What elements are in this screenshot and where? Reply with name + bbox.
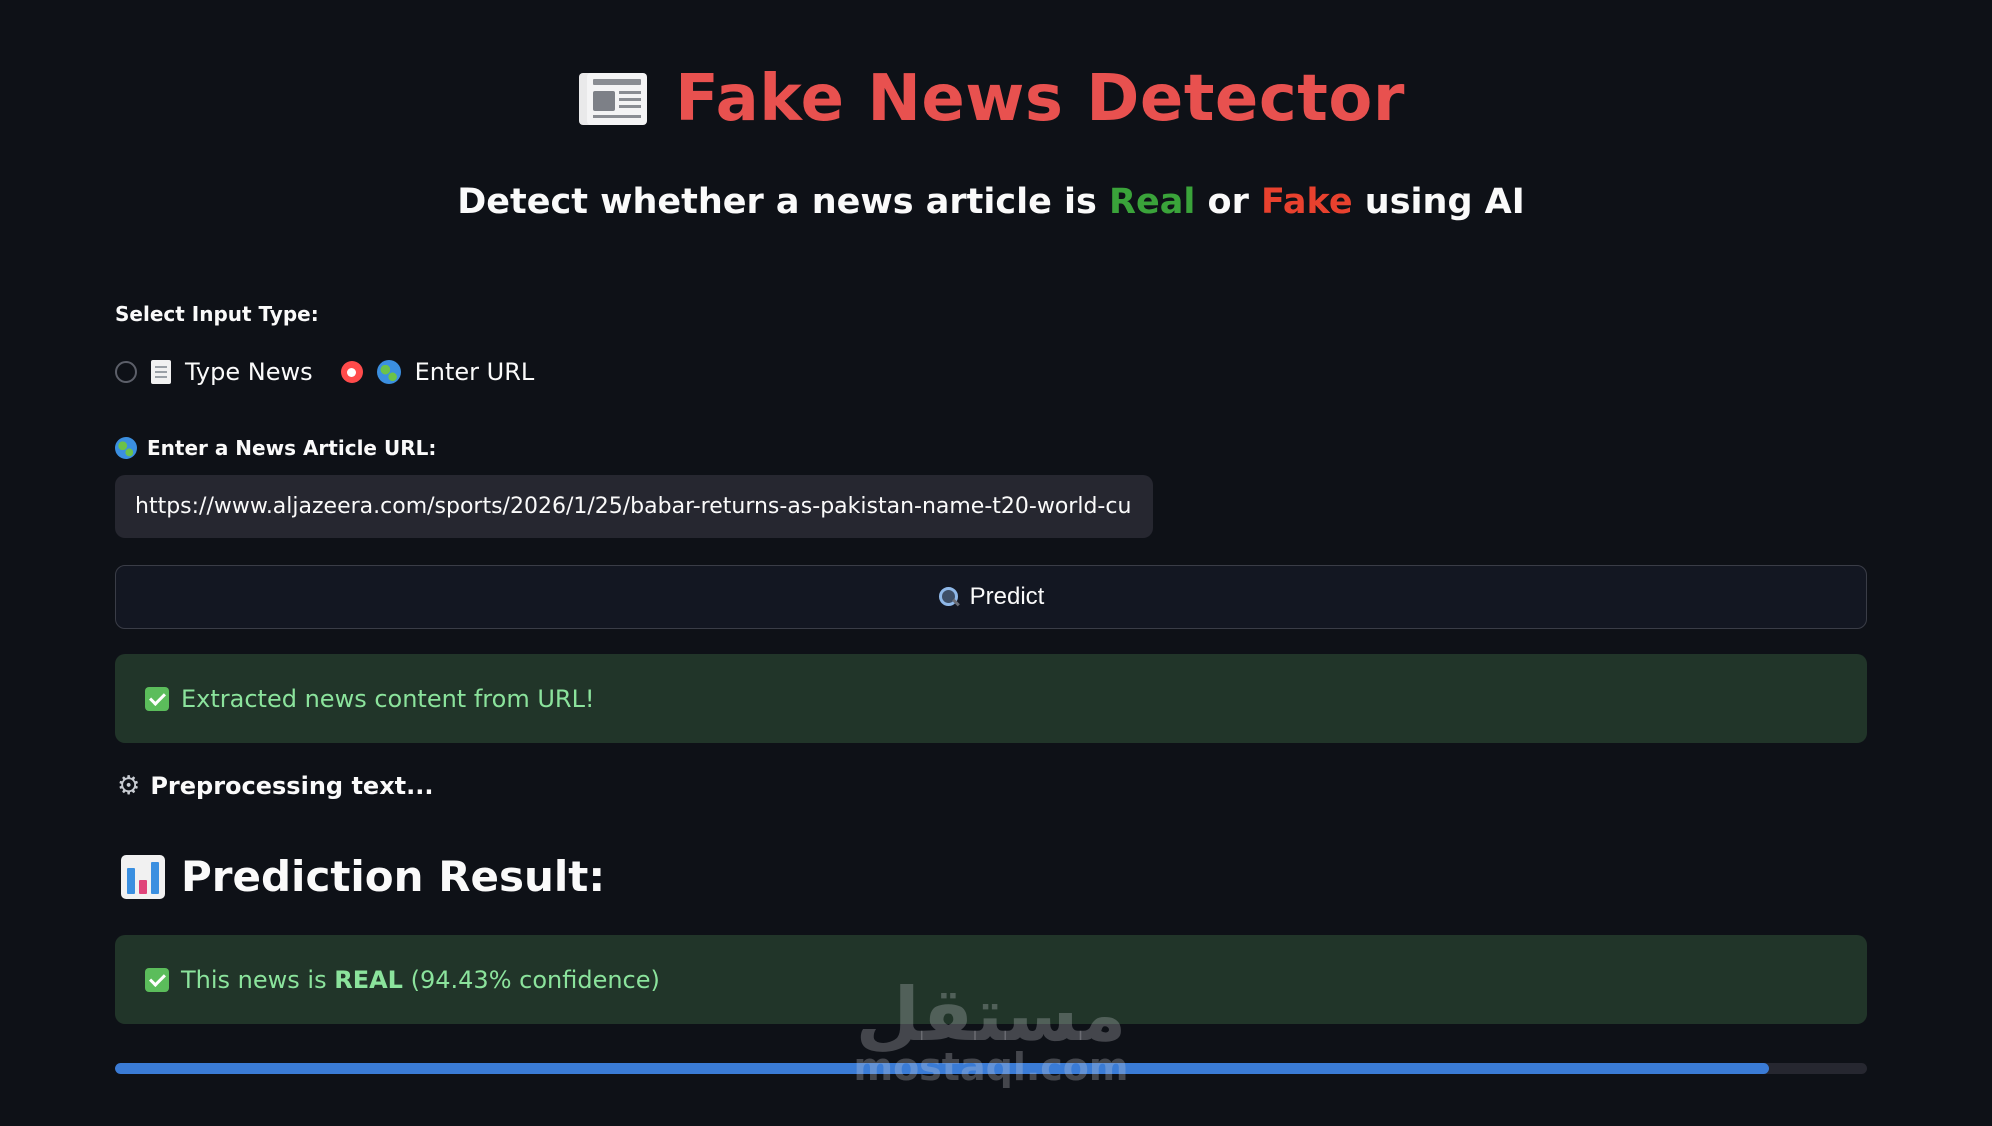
app-title: Fake News Detector xyxy=(675,62,1405,136)
radio-button-unselected[interactable] xyxy=(115,361,137,383)
result-confidence: (94.43% confidence) xyxy=(410,965,660,994)
newspaper-icon xyxy=(577,69,649,129)
prediction-result-heading: Prediction Result: xyxy=(121,852,605,901)
subtitle-or: or xyxy=(1207,182,1249,222)
predict-button-label: Predict xyxy=(969,583,1045,610)
input-type-label: Select Input Type: xyxy=(115,302,319,326)
prediction-result-alert: This news is REAL (94.43% confidence) xyxy=(115,935,1867,1024)
subtitle-real-word: Real xyxy=(1109,182,1196,222)
result-prefix: This news is xyxy=(181,965,327,994)
confidence-progress-bar xyxy=(115,1063,1867,1074)
check-mark-icon xyxy=(145,967,169,992)
url-input[interactable] xyxy=(115,475,1153,538)
preprocess-status: ⚙ Preprocessing text... xyxy=(117,772,434,800)
magnifier-icon xyxy=(938,586,960,608)
radio-enter-url[interactable]: Enter URL xyxy=(340,358,535,386)
bar-chart-icon xyxy=(121,854,165,899)
extract-success-alert: Extracted news content from URL! xyxy=(115,654,1867,743)
document-icon xyxy=(151,360,171,384)
page-subtitle: Detect whether a news article is Real or… xyxy=(115,182,1867,222)
subtitle-prefix: Detect whether a news article is xyxy=(457,182,1097,222)
app-page: Fake News Detector Detect whether a news… xyxy=(0,0,1992,1126)
url-field-label: Enter a News Article URL: xyxy=(115,436,436,460)
globe-icon xyxy=(115,437,137,459)
prediction-result-text: This news is REAL (94.43% confidence) xyxy=(181,966,660,994)
radio-button-selected[interactable] xyxy=(340,361,363,383)
radio-type-news[interactable]: Type News xyxy=(115,358,313,386)
page-title: Fake News Detector xyxy=(115,62,1867,136)
subtitle-suffix: using AI xyxy=(1364,182,1525,222)
gear-icon: ⚙ xyxy=(117,771,141,801)
url-field-label-text: Enter a News Article URL: xyxy=(147,436,437,460)
input-type-radio-group: Type News Enter URL xyxy=(115,358,534,386)
subtitle-fake-word: Fake xyxy=(1261,182,1353,222)
extract-success-text: Extracted news content from URL! xyxy=(181,684,595,713)
globe-icon xyxy=(376,360,401,384)
result-verdict: REAL xyxy=(334,965,403,994)
prediction-result-heading-text: Prediction Result: xyxy=(181,852,606,901)
predict-button[interactable]: Predict xyxy=(115,565,1867,629)
confidence-progress-fill xyxy=(115,1063,1770,1074)
check-mark-icon xyxy=(145,686,169,711)
radio-enter-url-label: Enter URL xyxy=(414,358,535,386)
radio-type-news-label: Type News xyxy=(185,358,313,386)
preprocess-text: Preprocessing text... xyxy=(150,772,434,800)
